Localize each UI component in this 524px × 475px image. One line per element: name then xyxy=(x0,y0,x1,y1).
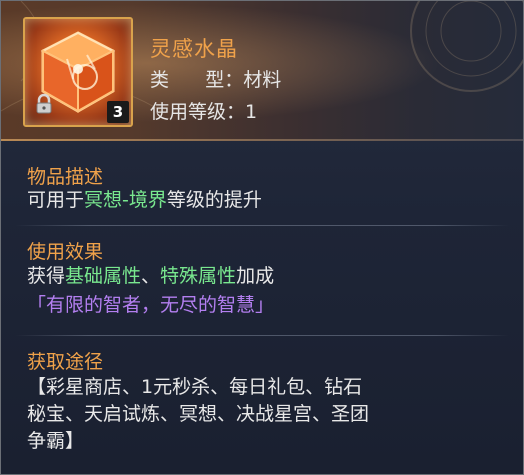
effect-text: 获得基础属性、特殊属性加成 xyxy=(27,262,274,290)
effect-highlight-basic: 基础属性 xyxy=(65,265,142,287)
item-type-value: 材料 xyxy=(243,69,282,91)
header-divider xyxy=(1,139,523,141)
effect-separator: 、 xyxy=(141,265,161,287)
source-line-3: 争霸】 xyxy=(27,430,85,452)
item-level-value: 1 xyxy=(245,101,258,123)
item-icon-slot[interactable]: 3 xyxy=(23,17,133,127)
source-line-2: 秘宝、天启试炼、冥想、决战星宫、圣团 xyxy=(27,403,370,425)
item-name: 灵感水晶 xyxy=(150,37,238,61)
description-suffix: 等级的提升 xyxy=(166,189,262,211)
item-count-badge: 3 xyxy=(107,101,129,123)
effect-suffix: 加成 xyxy=(236,265,275,287)
description-text: 可用于冥想-境界等级的提升 xyxy=(27,186,262,214)
description-title: 物品描述 xyxy=(27,166,104,188)
section-divider xyxy=(15,225,509,226)
effect-prefix: 获得 xyxy=(27,265,66,287)
section-divider xyxy=(15,335,509,336)
tooltip-header: 3 灵感水晶 类 型：材料 使用等级：1 xyxy=(1,1,523,139)
source-line-1: 【彩星商店、1元秒杀、每日礼包、钻石 xyxy=(27,376,363,398)
effect-quote: 「有限的智者，无尽的智慧」 xyxy=(27,294,275,316)
item-type-row: 类 型：材料 xyxy=(150,65,281,92)
lock-icon xyxy=(36,93,52,114)
item-level-row: 使用等级：1 xyxy=(150,97,257,124)
item-level-label: 使用等级： xyxy=(150,101,246,123)
description-prefix: 可用于 xyxy=(27,189,85,211)
source-title: 获取途径 xyxy=(27,351,104,373)
item-tooltip: 3 灵感水晶 类 型：材料 使用等级：1 物品描述 可用于冥想-境界等级的提升 … xyxy=(0,0,524,475)
item-type-label: 类 型： xyxy=(150,69,244,91)
description-highlight: 冥想-境界 xyxy=(84,189,167,211)
effect-highlight-special: 特殊属性 xyxy=(160,265,237,287)
effect-title: 使用效果 xyxy=(27,241,104,263)
